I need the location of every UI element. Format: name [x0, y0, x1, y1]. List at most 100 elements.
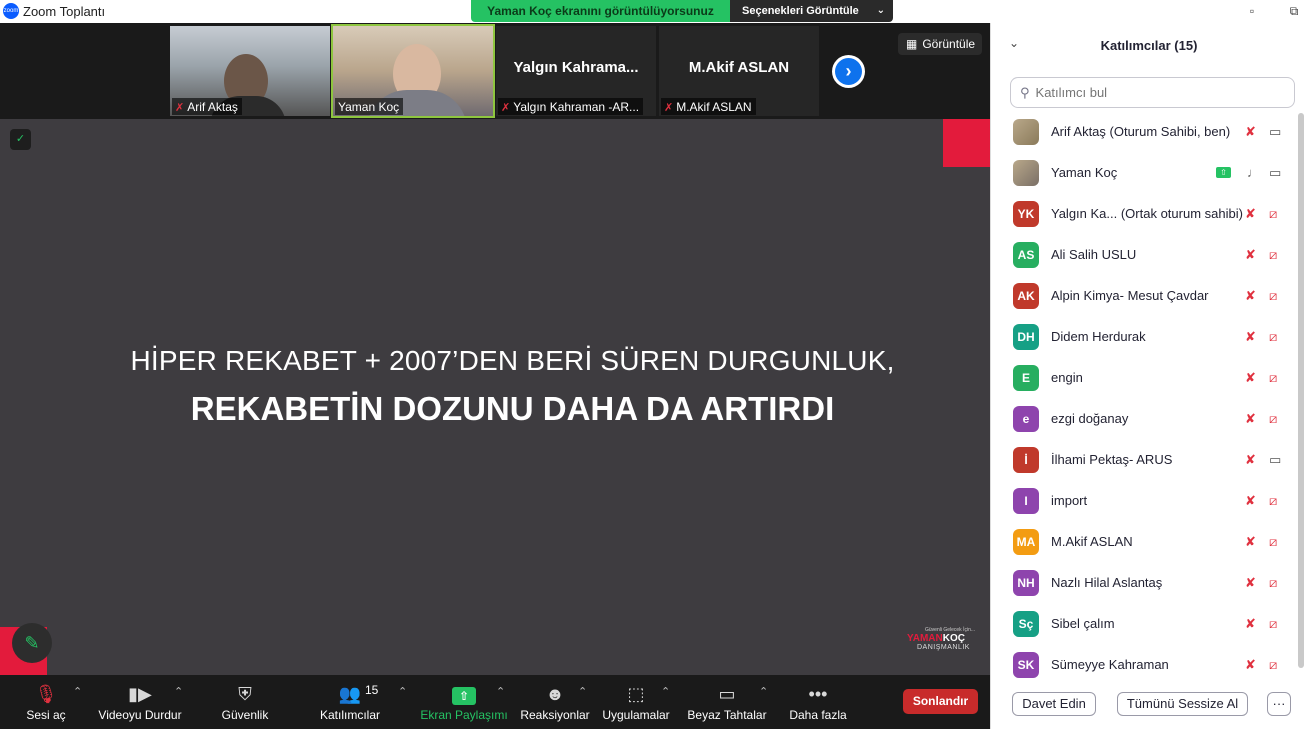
more-button[interactable]: ••• Daha fazla [784, 675, 852, 729]
panel-more-button[interactable]: ··· [1267, 692, 1291, 716]
participant-row[interactable]: Yaman Koç ⇧ ♩ ▭ [991, 152, 1299, 193]
unmute-button[interactable]: 🎙 Sesi aç [16, 675, 76, 729]
apps-button[interactable]: ⬚ Uygulamalar [600, 675, 672, 729]
participant-row[interactable]: Sç Sibel çalım ✘ ⧄ [991, 603, 1299, 644]
video-off-icon[interactable]: ⧄ [1269, 493, 1277, 509]
unmute-label: Sesi aç [26, 708, 66, 722]
video-options-caret[interactable]: ⌃ [174, 685, 183, 698]
participant-row[interactable]: Arif Aktaş (Oturum Sahibi, ben) ✘ ▭ [991, 111, 1299, 152]
mic-off-icon[interactable]: ✘ [1245, 575, 1256, 591]
view-options-button[interactable]: Seçenekleri Görüntüle ⌄ [730, 0, 893, 22]
stop-video-button[interactable]: ▮▶ Videoyu Durdur [92, 675, 188, 729]
mic-off-icon[interactable]: ✘ [1245, 616, 1256, 632]
participant-row[interactable]: İ İlhami Pektaş- ARUS ✘ ▭ [991, 439, 1299, 480]
mic-on-icon[interactable]: ♩ [1247, 165, 1260, 180]
mic-off-icon[interactable]: ✘ [1245, 124, 1256, 140]
participant-row[interactable]: AS Ali Salih USLU ✘ ⧄ [991, 234, 1299, 275]
reactions-button[interactable]: ☻ Reaksiyonlar [518, 675, 592, 729]
participants-label: Katılımcılar [319, 708, 380, 722]
grid-icon: ▦ [906, 37, 918, 51]
panel-header: ⌄ Katılımcılar (15) [991, 23, 1306, 67]
tile-name-plate: Yaman Koç [335, 98, 404, 115]
reactions-label: Reaksiyonlar [520, 708, 590, 722]
encryption-shield-icon[interactable]: ✓ [10, 129, 31, 150]
video-off-icon[interactable]: ⧄ [1269, 534, 1277, 550]
reactions-options-caret[interactable]: ⌃ [578, 685, 587, 698]
whiteboards-button[interactable]: ▭ Beyaz Tahtalar [686, 675, 768, 729]
mic-off-icon[interactable]: ✘ [1245, 329, 1256, 345]
video-on-icon[interactable]: ▭ [1269, 124, 1281, 140]
tile-name-plate: ✗ Arif Aktaş [172, 98, 242, 115]
mic-off-icon: ✗ [175, 101, 185, 114]
participant-row[interactable]: SK Sümeyye Kahraman ✘ ⧄ [991, 644, 1299, 685]
video-tile-yaman-koc[interactable]: Yaman Koç [331, 24, 495, 118]
mic-off-icon[interactable]: ✘ [1245, 452, 1256, 468]
more-dots-icon: ••• [808, 684, 828, 704]
video-on-icon[interactable]: ▭ [1269, 165, 1281, 181]
brand-subtitle: DANIŞMANLIK [917, 644, 970, 651]
minimize-button[interactable]: ▫ [1242, 2, 1262, 20]
mic-off-icon[interactable]: ✘ [1245, 411, 1256, 427]
meeting-toolbar: 🎙 Sesi aç ⌃ ▮▶ Videoyu Durdur ⌃ ⛨ Güvenl… [0, 675, 990, 729]
zoom-logo-icon: zoom [3, 3, 19, 19]
mic-off-icon[interactable]: ✘ [1245, 657, 1256, 673]
brand-logo: Güvenli Gelecek İçin... YAMANKOÇ DANIŞMA… [907, 627, 975, 651]
video-off-icon[interactable]: ⧄ [1269, 616, 1277, 632]
video-off-icon[interactable]: ⧄ [1269, 370, 1277, 386]
invite-button[interactable]: Davet Edin [1012, 692, 1096, 716]
video-off-icon[interactable]: ⧄ [1269, 411, 1277, 427]
video-tile-arif-aktas[interactable]: ✗ Arif Aktaş [170, 26, 330, 116]
video-off-icon[interactable]: ⧄ [1269, 206, 1277, 222]
participant-row[interactable]: AK Alpin Kimya- Mesut Çavdar ✘ ⧄ [991, 275, 1299, 316]
mute-all-button[interactable]: Tümünü Sessize Al [1117, 692, 1248, 716]
tile-name: Yalgın Kahraman -AR... [513, 100, 640, 114]
video-tile-m-akif-aslan[interactable]: M.Akif ASLAN ✗ M.Akif ASLAN [659, 26, 819, 116]
avatar: AS [1013, 241, 1039, 268]
share-screen-button[interactable]: ⇧ Ekran Paylaşımı [420, 675, 508, 729]
video-tile-yalgin-kahraman[interactable]: Yalgın Kahrama... ✗ Yalgın Kahraman -AR.… [496, 26, 656, 116]
participant-search[interactable]: ⚲ [1010, 77, 1295, 108]
next-page-button[interactable]: › [832, 55, 865, 88]
mic-off-icon[interactable]: ✘ [1245, 247, 1256, 263]
avatar: NH [1013, 569, 1039, 596]
avatar: DH [1013, 323, 1039, 350]
security-button[interactable]: ⛨ Güvenlik [214, 675, 276, 729]
more-label: Daha fazla [789, 708, 847, 722]
video-off-icon[interactable]: ⧄ [1269, 247, 1277, 263]
mic-off-icon[interactable]: ✘ [1245, 534, 1256, 550]
video-off-icon[interactable]: ⧄ [1269, 329, 1277, 345]
participant-row[interactable]: NH Nazlı Hilal Aslantaş ✘ ⧄ [991, 562, 1299, 603]
video-off-icon[interactable]: ⧄ [1269, 288, 1277, 304]
participants-options-caret[interactable]: ⌃ [398, 685, 407, 698]
audio-options-caret[interactable]: ⌃ [73, 685, 82, 698]
mic-off-icon: ✗ [664, 101, 674, 114]
participant-name: ezgi doğanay [1051, 411, 1129, 426]
video-on-icon[interactable]: ▭ [1269, 452, 1281, 468]
annotate-pencil-icon[interactable]: ✎ [12, 623, 52, 663]
video-off-icon[interactable]: ⧄ [1269, 575, 1277, 591]
share-screen-icon: ⇧ [420, 683, 508, 705]
participant-row[interactable]: Iimport ✘ ⧄ [991, 480, 1299, 521]
mic-off-icon[interactable]: ✘ [1245, 288, 1256, 304]
tile-name: M.Akif ASLAN [676, 100, 752, 114]
restore-button[interactable]: ⧉ [1284, 2, 1304, 20]
participant-name: Arif Aktaş (Oturum Sahibi, ben) [1051, 124, 1231, 139]
whiteboards-options-caret[interactable]: ⌃ [759, 685, 768, 698]
end-meeting-button[interactable]: Sonlandır [903, 689, 978, 714]
participant-name: Didem Herdurak [1051, 329, 1146, 344]
mic-off-icon[interactable]: ✘ [1245, 370, 1256, 386]
mic-off-icon[interactable]: ✘ [1245, 493, 1256, 509]
apps-options-caret[interactable]: ⌃ [661, 685, 670, 698]
participant-row[interactable]: e ezgi doğanay ✘ ⧄ [991, 398, 1299, 439]
mic-off-icon[interactable]: ✘ [1245, 206, 1256, 222]
video-off-icon[interactable]: ⧄ [1269, 657, 1277, 673]
participant-row[interactable]: YK Yalgın Ka... (Ortak oturum sahibi) ✘ ⧄ [991, 193, 1299, 234]
brand-name-red: YAMAN [907, 633, 943, 644]
share-options-caret[interactable]: ⌃ [496, 685, 505, 698]
view-button[interactable]: ▦ Görüntüle [898, 33, 982, 55]
participant-search-input[interactable] [1035, 85, 1276, 100]
participant-row[interactable]: MA M.Akif ASLAN ✘ ⧄ [991, 521, 1299, 562]
participant-row[interactable]: DH Didem Herdurak ✘ ⧄ [991, 316, 1299, 357]
slide-decoration [943, 119, 990, 167]
participant-row[interactable]: Eengin ✘ ⧄ [991, 357, 1299, 398]
